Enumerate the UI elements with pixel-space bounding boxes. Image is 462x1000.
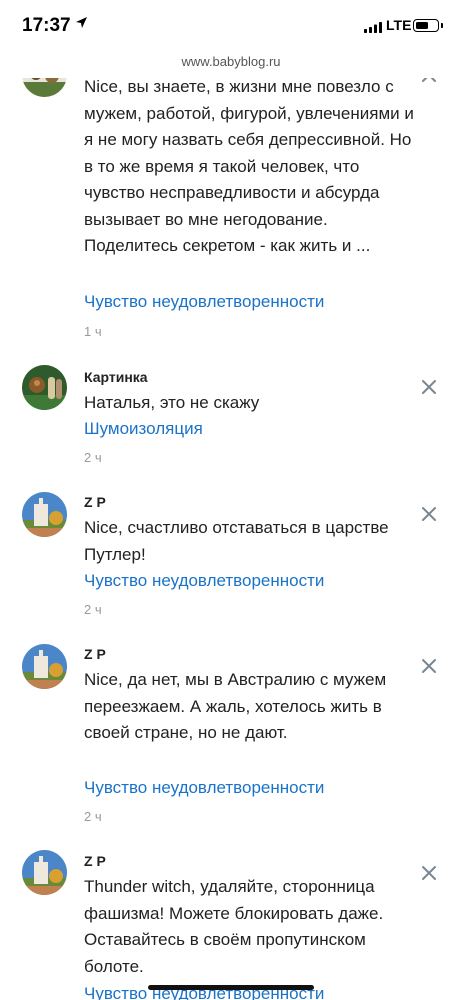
comment-time: 2 ч [84, 602, 102, 617]
signal-bars-icon [364, 20, 382, 38]
avatar[interactable] [22, 365, 67, 410]
comment-item: Z P Thunder witch, удаляйте, сторонница … [0, 846, 462, 1000]
comment-author[interactable]: Z P [84, 853, 106, 869]
comment-text: Nice, да нет, мы в Австралию с мужем пер… [84, 670, 387, 742]
url-text: www.babyblog.ru [181, 54, 281, 69]
comment-topic-link[interactable]: Шумоизоляция [84, 417, 203, 441]
comment-item: Nice, вы знаете, в жизни мне повезло с м… [0, 52, 462, 346]
avatar[interactable] [22, 644, 67, 689]
comment-time: 1 ч [84, 324, 102, 339]
comment-author[interactable]: Картинка [84, 369, 148, 385]
network-type: LTE [386, 17, 412, 33]
comment-text: Nice, счастливо отставаться в царстве Пу… [84, 518, 389, 564]
comment-topic-link[interactable]: Чувство неудовлетворенности [84, 569, 324, 593]
comment-text: Наталья, это не скажу [84, 393, 260, 412]
battery-icon [413, 19, 443, 32]
comment-time: 2 ч [84, 450, 102, 465]
location-arrow-icon [75, 16, 88, 34]
comment-item: Z P Nice, счастливо отставаться в царств… [0, 488, 462, 628]
avatar[interactable] [22, 492, 67, 537]
comment-item: Z P Nice, да нет, мы в Австралию с мужем… [0, 640, 462, 830]
comment-author[interactable]: Z P [84, 494, 106, 510]
comment-time: 2 ч [84, 809, 102, 824]
comment-topic-link[interactable]: Чувство неудовлетворенности [84, 776, 324, 800]
status-time: 17:37 [22, 15, 71, 36]
comment-topic-link[interactable]: Чувство неудовлетворенности [84, 290, 324, 314]
avatar[interactable] [22, 850, 67, 895]
status-bar: 17:37 LTE [0, 0, 462, 52]
browser-url-bar[interactable]: www.babyblog.ru [0, 52, 462, 78]
comment-text: Nice, вы знаете, в жизни мне повезло с м… [84, 77, 414, 255]
comment-text: Thunder witch, удаляйте, сторонница фаши… [84, 877, 384, 976]
home-indicator[interactable] [148, 985, 314, 990]
comment-author[interactable]: Z P [84, 646, 106, 662]
comment-item: Картинка Наталья, это не скажу Шумоизоля… [0, 360, 462, 480]
